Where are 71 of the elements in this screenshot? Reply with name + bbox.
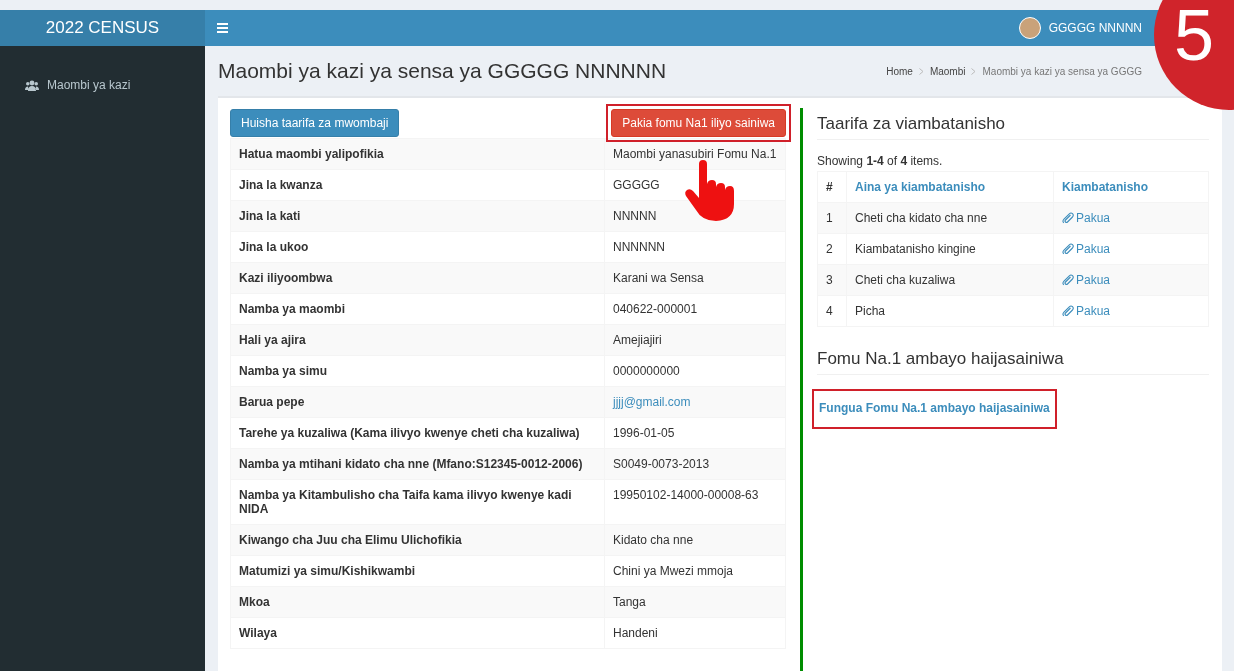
paperclip-icon (1062, 212, 1074, 224)
download-link[interactable]: Pakua (1062, 304, 1111, 318)
chevron-icon (918, 67, 924, 75)
field-value: 19950102-14000-00008-63 (613, 488, 759, 502)
field-value: NNNNNN (613, 240, 665, 254)
field-value: NNNNN (613, 209, 657, 223)
page-title: Maombi ya kazi ya sensa ya GGGGG NNNNNN (218, 59, 667, 83)
field-label: Mkoa (239, 595, 270, 609)
brand-logo[interactable]: 2022 CENSUS (0, 10, 205, 46)
table-cell: Cheti cha kuzaliwa (846, 264, 1054, 296)
field-label: Barua pepe (239, 395, 305, 409)
table-cell: 3 (817, 264, 847, 296)
field-label: Jina la ukoo (239, 240, 309, 254)
table-cell: Cheti cha kidato cha nne (846, 202, 1054, 234)
breadcrumb-item[interactable]: Home (886, 65, 913, 77)
section-title: Fomu Na.1 ambayo haijasainiwa (817, 349, 1209, 375)
user-name[interactable]: GGGGG NNNNN (1048, 21, 1142, 35)
sidebar-item[interactable]: Maombi ya kazi (0, 74, 205, 96)
upload-button[interactable]: Pakia fomu Na1 iliyo sainiwa (611, 109, 786, 137)
field-label: Hali ya ajira (239, 333, 306, 347)
update-button[interactable]: Huisha taarifa za mwombaji (230, 109, 400, 137)
field-value: Amejiajiri (613, 333, 662, 347)
step-badge: 5 (1154, 0, 1234, 110)
table-cell: 2 (817, 233, 847, 265)
field-value: Kidato cha nne (613, 533, 694, 547)
download-link[interactable]: Pakua (1062, 242, 1111, 256)
column-header[interactable]: Kiambatanisho (1053, 171, 1209, 203)
column-header[interactable]: Aina ya kiambatanisho (846, 171, 1054, 203)
field-label: Namba ya maombi (239, 302, 346, 316)
breadcrumb-item: Maombi ya kazi ya sensa ya GGGG (982, 65, 1142, 77)
breadcrumb-item[interactable]: Maombi (929, 65, 966, 77)
table-cell: Kiambatanisho kingine (846, 233, 1054, 265)
field-label: Kiwango cha Juu cha Elimu Ulichofikia (239, 533, 462, 547)
field-value: Maombi yanasubiri Fomu Na.1 (613, 147, 777, 161)
field-value: S0049-0073-2013 (613, 457, 710, 471)
field-label: Wilaya (239, 626, 277, 640)
field-value: Karani wa Sensa (613, 271, 704, 285)
field-label: Jina la kwanza (239, 178, 323, 192)
pointing-hand-icon (684, 160, 736, 222)
field-label: Jina la kati (239, 209, 301, 223)
field-label: Namba ya simu (239, 364, 328, 378)
field-label: Namba ya mtihani kidato cha nne (Mfano:S12345-0012-2006) (239, 457, 583, 471)
avatar-icon[interactable] (1018, 17, 1041, 39)
field-label: Tarehe ya kuzaliwa (Kama ilivyo kwenye cheti cha kuzaliwa) (239, 426, 580, 440)
download-link[interactable]: Pakua (1062, 273, 1111, 287)
field-label: Namba ya Kitambulisho cha Taifa kama ilivyo kwenye kadi NIDA (239, 488, 572, 516)
paperclip-icon (1062, 305, 1074, 317)
field-label: Matumizi ya simu/Kishikwambi (239, 564, 416, 578)
email-link[interactable]: jjjj@gmail.com (613, 395, 691, 409)
table-cell: 4 (817, 295, 847, 327)
summary-text: Showing 1-4 of 4 items. (817, 154, 944, 168)
chevron-icon (971, 67, 977, 75)
field-value: Handeni (613, 626, 658, 640)
table-cell: Picha (846, 295, 1054, 327)
field-value: 040622-000001 (613, 302, 698, 316)
download-link[interactable]: Pakua (1062, 211, 1111, 225)
field-value: 0000000000 (613, 364, 680, 378)
field-value: Chini ya Mwezi mmoja (613, 564, 734, 578)
users-icon (25, 79, 39, 91)
section-title: Taarifa za viambatanisho (817, 114, 1209, 140)
table-cell: 1 (817, 202, 847, 234)
paperclip-icon (1062, 274, 1074, 286)
paperclip-icon (1062, 243, 1074, 255)
menu-icon[interactable] (217, 23, 228, 33)
open-form-link[interactable]: Fungua Fomu Na.1 ambayo haijasainiwa (812, 389, 1057, 429)
field-label: Hatua maombi yalipofikia (239, 147, 384, 161)
field-value: 1996-01-05 (613, 426, 675, 440)
field-value: Tanga (613, 595, 646, 609)
field-label: Kazi iliyoombwa (239, 271, 333, 285)
column-header: # (817, 171, 847, 203)
field-value: GGGGG (613, 178, 660, 192)
